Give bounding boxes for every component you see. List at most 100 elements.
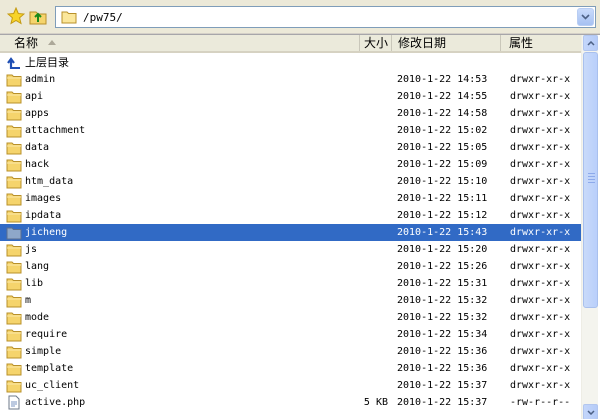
folder-icon [6,329,22,342]
file-list: 上层目录 admin 2010-1-22 14:53 drwxr-xr-x api 20… [0,54,581,411]
file-name: simple [25,346,62,357]
address-bar[interactable]: /pw75/ [55,6,596,28]
file-permissions: -rw-r--r-- [510,397,571,408]
folder-row[interactable]: admin 2010-1-22 14:53 drwxr-xr-x [0,71,581,88]
file-permissions: drwxr-xr-x [510,278,571,289]
folder-icon [6,142,22,155]
file-date: 2010-1-22 15:12 [397,210,488,221]
file-row[interactable]: active.php 5 KB 2010-1-22 15:37 -rw-r--r-- [0,394,581,411]
file-name: require [25,329,68,340]
folder-row[interactable]: mode 2010-1-22 15:32 drwxr-xr-x [0,309,581,326]
column-name-label: 名称 [14,36,39,50]
folder-row[interactable]: require 2010-1-22 15:34 drwxr-xr-x [0,326,581,343]
folder-row[interactable]: hack 2010-1-22 15:09 drwxr-xr-x [0,156,581,173]
folder-icon [6,125,22,138]
toolbar: /pw75/ [0,0,600,34]
file-date: 2010-1-22 15:34 [397,329,488,340]
folder-row[interactable]: js 2010-1-22 15:20 drwxr-xr-x [0,241,581,258]
file-date: 2010-1-22 15:26 [397,261,488,272]
folder-icon [6,193,22,206]
folder-row[interactable]: lib 2010-1-22 15:31 drwxr-xr-x [0,275,581,292]
file-name: data [25,142,50,153]
folder-row[interactable]: attachment 2010-1-22 15:02 drwxr-xr-x [0,122,581,139]
file-permissions: drwxr-xr-x [510,346,571,357]
file-permissions: drwxr-xr-x [510,329,571,340]
grip-line [588,182,595,183]
scroll-thumb[interactable] [583,52,598,308]
folder-up-icon [29,11,47,25]
folder-icon [6,278,22,291]
file-date: 2010-1-22 15:02 [397,125,488,136]
file-name: hack [25,159,50,170]
file-permissions: drwxr-xr-x [510,108,571,119]
chevron-down-icon [581,14,590,20]
vertical-scrollbar[interactable] [581,35,598,419]
folder-icon [6,108,22,121]
file-permissions: drwxr-xr-x [510,210,571,221]
file-date: 2010-1-22 15:36 [397,363,488,374]
folder-row[interactable]: apps 2010-1-22 14:58 drwxr-xr-x [0,105,581,122]
folder-row[interactable]: template 2010-1-22 15:36 drwxr-xr-x [0,360,581,377]
file-name: jicheng [25,227,68,238]
folder-row[interactable]: images 2010-1-22 15:11 drwxr-xr-x [0,190,581,207]
folder-icon [6,74,22,87]
folder-row[interactable]: api 2010-1-22 14:55 drwxr-xr-x [0,88,581,105]
grip-line [588,173,595,174]
file-permissions: drwxr-xr-x [510,176,571,187]
file-date: 2010-1-22 14:53 [397,74,488,85]
column-perm-label: 属性 [509,36,534,50]
file-list-panel: 名称 大小 修改日期 属性 上层目录 admin 2010-1-22 14:53 d… [0,34,600,419]
up-folder-button[interactable] [28,6,48,26]
scroll-down-button[interactable] [583,404,598,419]
folder-icon [6,312,22,325]
file-date: 2010-1-22 15:20 [397,244,488,255]
column-header: 名称 大小 修改日期 属性 [0,35,581,53]
folder-icon [6,91,22,104]
folder-icon [6,176,22,189]
star-icon [7,7,25,25]
file-name: active.php [25,397,86,408]
column-size-label: 大小 [364,36,389,50]
file-permissions: drwxr-xr-x [510,363,571,374]
folder-icon [6,380,22,393]
folder-row[interactable]: uc_client 2010-1-22 15:37 drwxr-xr-x [0,377,581,394]
file-name: uc_client [25,380,80,391]
file-date: 2010-1-22 15:10 [397,176,488,187]
folder-icon [6,295,22,308]
file-permissions: drwxr-xr-x [510,227,571,238]
column-perm-header[interactable]: 属性 [501,35,581,51]
favorites-star-button[interactable] [6,6,26,26]
column-size-header[interactable]: 大小 [360,35,392,51]
file-name: ipdata [25,210,62,221]
scroll-up-button[interactable] [583,35,598,51]
folder-row[interactable]: jicheng 2010-1-22 15:43 drwxr-xr-x [0,224,581,241]
folder-row[interactable]: data 2010-1-22 15:05 drwxr-xr-x [0,139,581,156]
file-permissions: drwxr-xr-x [510,142,571,153]
folder-row[interactable]: htm_data 2010-1-22 15:10 drwxr-xr-x [0,173,581,190]
file-date: 2010-1-22 15:31 [397,278,488,289]
file-name: api [25,91,44,102]
file-permissions: drwxr-xr-x [510,91,571,102]
folder-icon [6,244,22,257]
folder-row[interactable]: lang 2010-1-22 15:26 drwxr-xr-x [0,258,581,275]
folder-row[interactable]: simple 2010-1-22 15:36 drwxr-xr-x [0,343,581,360]
file-date: 2010-1-22 15:37 [397,397,488,408]
parent-directory-icon [7,57,20,69]
chevron-up-icon [586,40,595,46]
address-text: /pw75/ [83,10,123,24]
folder-icon [6,346,22,359]
file-permissions: drwxr-xr-x [510,159,571,170]
file-name: lib [25,278,44,289]
column-date-header[interactable]: 修改日期 [392,35,501,51]
address-dropdown-button[interactable] [577,8,594,26]
file-permissions: drwxr-xr-x [510,125,571,136]
php-file-icon [8,395,20,410]
folder-row[interactable]: ipdata 2010-1-22 15:12 drwxr-xr-x [0,207,581,224]
folder-row[interactable]: m 2010-1-22 15:32 drwxr-xr-x [0,292,581,309]
file-name: template [25,363,74,374]
file-date: 2010-1-22 14:55 [397,91,488,102]
parent-directory-row[interactable]: 上层目录 [0,54,581,71]
file-date: 2010-1-22 15:32 [397,295,488,306]
column-name-header[interactable]: 名称 [0,35,360,51]
file-name: attachment [25,125,86,136]
